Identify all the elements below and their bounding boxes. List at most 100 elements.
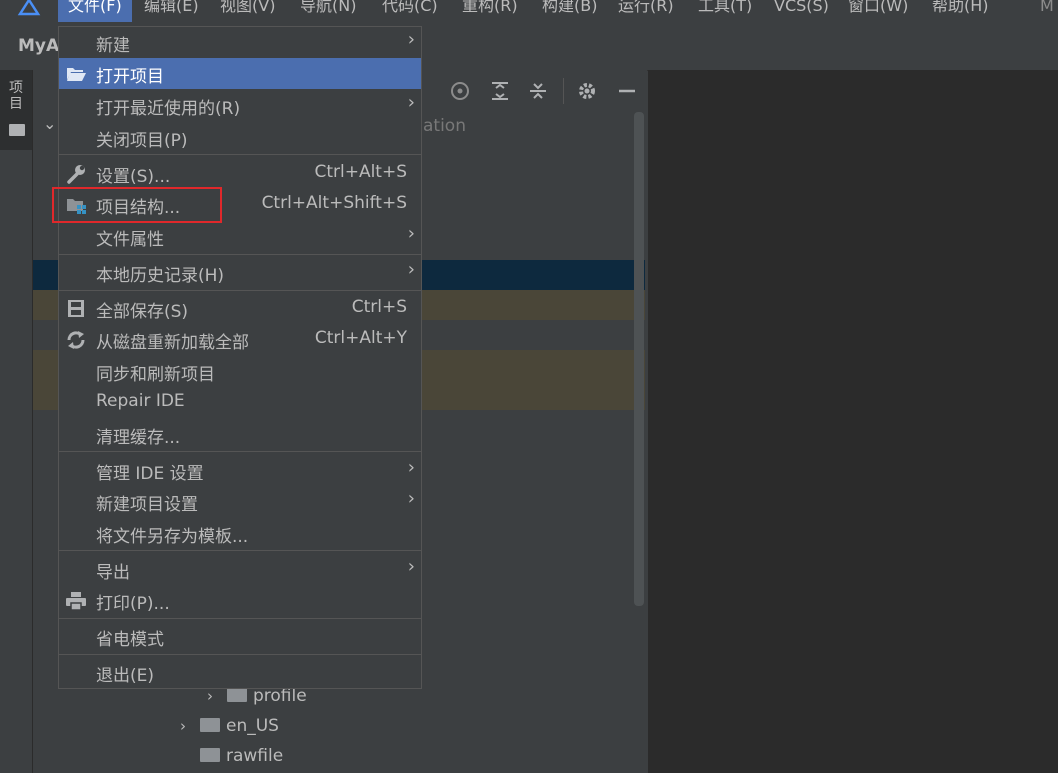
tree-item-rawfile[interactable]: rawfile — [194, 744, 283, 768]
menu-build[interactable]: 构建(B) — [532, 0, 607, 22]
app-logo-icon — [17, 0, 41, 16]
menu-item-label: 设置(S)... — [96, 167, 171, 187]
menu-item-label: 文件属性 — [96, 230, 164, 250]
menu-item-sync-refresh[interactable]: 同步和刷新项目 — [59, 356, 421, 387]
menu-item-power-save[interactable]: 省电模式 — [59, 621, 421, 652]
menu-separator — [59, 451, 421, 452]
open-folder-icon — [67, 68, 86, 81]
menu-item-file-properties[interactable]: 文件属性 › — [59, 221, 421, 252]
reload-icon — [67, 331, 85, 349]
menu-bar: 文件(F) 编辑(E) 视图(V) 导航(N) 代码(C) 重构(R) 构建(B… — [0, 0, 1058, 22]
menu-item-save-all[interactable]: 全部保存(S) Ctrl+S — [59, 293, 421, 324]
menu-item-label: 从磁盘重新加载全部 — [96, 333, 249, 353]
menubar-trailing-text: M — [1040, 0, 1054, 15]
menu-separator — [59, 154, 421, 155]
menu-separator — [59, 618, 421, 619]
menu-item-label: 省电模式 — [96, 630, 164, 650]
print-icon — [66, 592, 86, 611]
chevron-right-icon: › — [407, 223, 415, 244]
wrench-icon — [67, 165, 85, 184]
menu-tools[interactable]: 工具(T) — [688, 0, 762, 22]
menu-view[interactable]: 视图(V) — [210, 0, 285, 22]
menu-item-label: 打开最近使用的(R) — [96, 99, 241, 119]
chevron-right-icon: › — [407, 457, 415, 478]
menu-item-shortcut: Ctrl+S — [351, 297, 407, 317]
minimize-icon[interactable] — [616, 80, 638, 102]
menu-item-label: 管理 IDE 设置 — [96, 464, 204, 484]
menu-item-shortcut: Ctrl+Alt+S — [314, 162, 407, 182]
menu-separator — [59, 290, 421, 291]
menu-edit[interactable]: 编辑(E) — [134, 0, 209, 22]
menu-run[interactable]: 运行(R) — [608, 0, 684, 22]
save-icon — [68, 300, 84, 317]
menu-vcs[interactable]: VCS(S) — [764, 0, 839, 22]
menu-item-export[interactable]: 导出 › — [59, 554, 421, 585]
menu-item-save-as-template[interactable]: 将文件另存为模板... — [59, 518, 421, 549]
menu-item-settings[interactable]: 设置(S)... Ctrl+Alt+S — [59, 158, 421, 189]
menu-item-label: 本地历史记录(H) — [96, 266, 225, 286]
menu-item-close-project[interactable]: 关闭项目(P) — [59, 122, 421, 153]
menu-item-recent-projects[interactable]: 打开最近使用的(R) › — [59, 90, 421, 121]
tree-root-chevron-icon[interactable]: ⌄ — [43, 114, 56, 133]
menu-item-label: 关闭项目(P) — [96, 131, 188, 151]
tree-item-label: profile — [253, 686, 307, 706]
editor-area[interactable] — [648, 70, 1058, 773]
chevron-right-icon: › — [407, 488, 415, 509]
menu-item-label: 同步和刷新项目 — [96, 365, 215, 385]
folder-icon — [200, 747, 220, 762]
menu-item-print[interactable]: 打印(P)... — [59, 585, 421, 616]
expand-all-icon[interactable] — [489, 80, 511, 102]
menu-navigate[interactable]: 导航(N) — [290, 0, 366, 22]
locate-icon[interactable] — [449, 80, 471, 102]
menu-item-label: 退出(E) — [96, 666, 155, 686]
menu-item-local-history[interactable]: 本地历史记录(H) › — [59, 257, 421, 288]
menu-item-label: 新建项目设置 — [96, 495, 198, 515]
tree-root-label-partial: ation — [423, 116, 466, 136]
highlight-annotation-box — [52, 187, 222, 223]
chevron-right-icon: › — [407, 556, 415, 577]
menu-code[interactable]: 代码(C) — [372, 0, 448, 22]
chevron-right-icon[interactable]: › — [180, 714, 194, 738]
menu-item-label: 新建 — [96, 36, 130, 56]
left-tool-strip: 项目 — [0, 70, 33, 773]
menu-item-label: Repair IDE — [96, 391, 185, 411]
menu-item-shortcut: Ctrl+Alt+Y — [314, 328, 407, 348]
menu-item-new[interactable]: 新建 › — [59, 27, 421, 58]
menu-refactor[interactable]: 重构(R) — [452, 0, 528, 22]
project-name[interactable]: MyA — [18, 36, 59, 56]
vertical-scrollbar[interactable] — [634, 112, 644, 606]
tree-item-en-us[interactable]: › en_US — [180, 714, 279, 738]
menu-item-label: 导出 — [96, 563, 130, 583]
menu-item-reload-all[interactable]: 从磁盘重新加载全部 Ctrl+Alt+Y — [59, 324, 421, 355]
menu-file[interactable]: 文件(F) — [58, 0, 132, 22]
folder-icon — [200, 717, 220, 732]
menu-item-shortcut: Ctrl+Alt+Shift+S — [261, 193, 407, 213]
menu-item-label: 将文件另存为模板... — [96, 527, 249, 547]
tree-item-label: rawfile — [226, 746, 284, 766]
menu-item-exit[interactable]: 退出(E) — [59, 657, 421, 688]
menu-item-new-project-settings[interactable]: 新建项目设置 › — [59, 486, 421, 517]
menu-separator — [59, 550, 421, 551]
folder-icon — [227, 687, 247, 702]
menu-item-label: 清理缓存... — [96, 428, 181, 448]
project-tool-tab[interactable]: 项目 — [0, 70, 32, 150]
collapse-all-icon[interactable] — [527, 80, 549, 102]
menu-item-label: 全部保存(S) — [96, 302, 189, 322]
menu-item-label: 打开项目 — [96, 67, 164, 87]
chevron-right-icon: › — [407, 259, 415, 280]
menu-window[interactable]: 窗口(W) — [838, 0, 918, 22]
menu-item-label: 打印(P)... — [96, 594, 170, 614]
menu-item-repair-ide[interactable]: Repair IDE — [59, 387, 421, 418]
menu-item-clear-cache[interactable]: 清理缓存... — [59, 419, 421, 450]
menu-separator — [59, 254, 421, 255]
chevron-right-icon: › — [407, 92, 415, 113]
menu-item-manage-ide-settings[interactable]: 管理 IDE 设置 › — [59, 455, 421, 486]
menu-separator — [59, 654, 421, 655]
tree-item-label: en_US — [226, 716, 279, 736]
menu-help[interactable]: 帮助(H) — [922, 0, 999, 22]
gear-icon[interactable] — [576, 80, 598, 102]
menu-item-open-project[interactable]: 打开项目 — [59, 58, 421, 89]
folder-icon — [9, 124, 25, 136]
project-tab-label: 项目 — [9, 80, 23, 112]
chevron-right-icon: › — [407, 29, 415, 50]
